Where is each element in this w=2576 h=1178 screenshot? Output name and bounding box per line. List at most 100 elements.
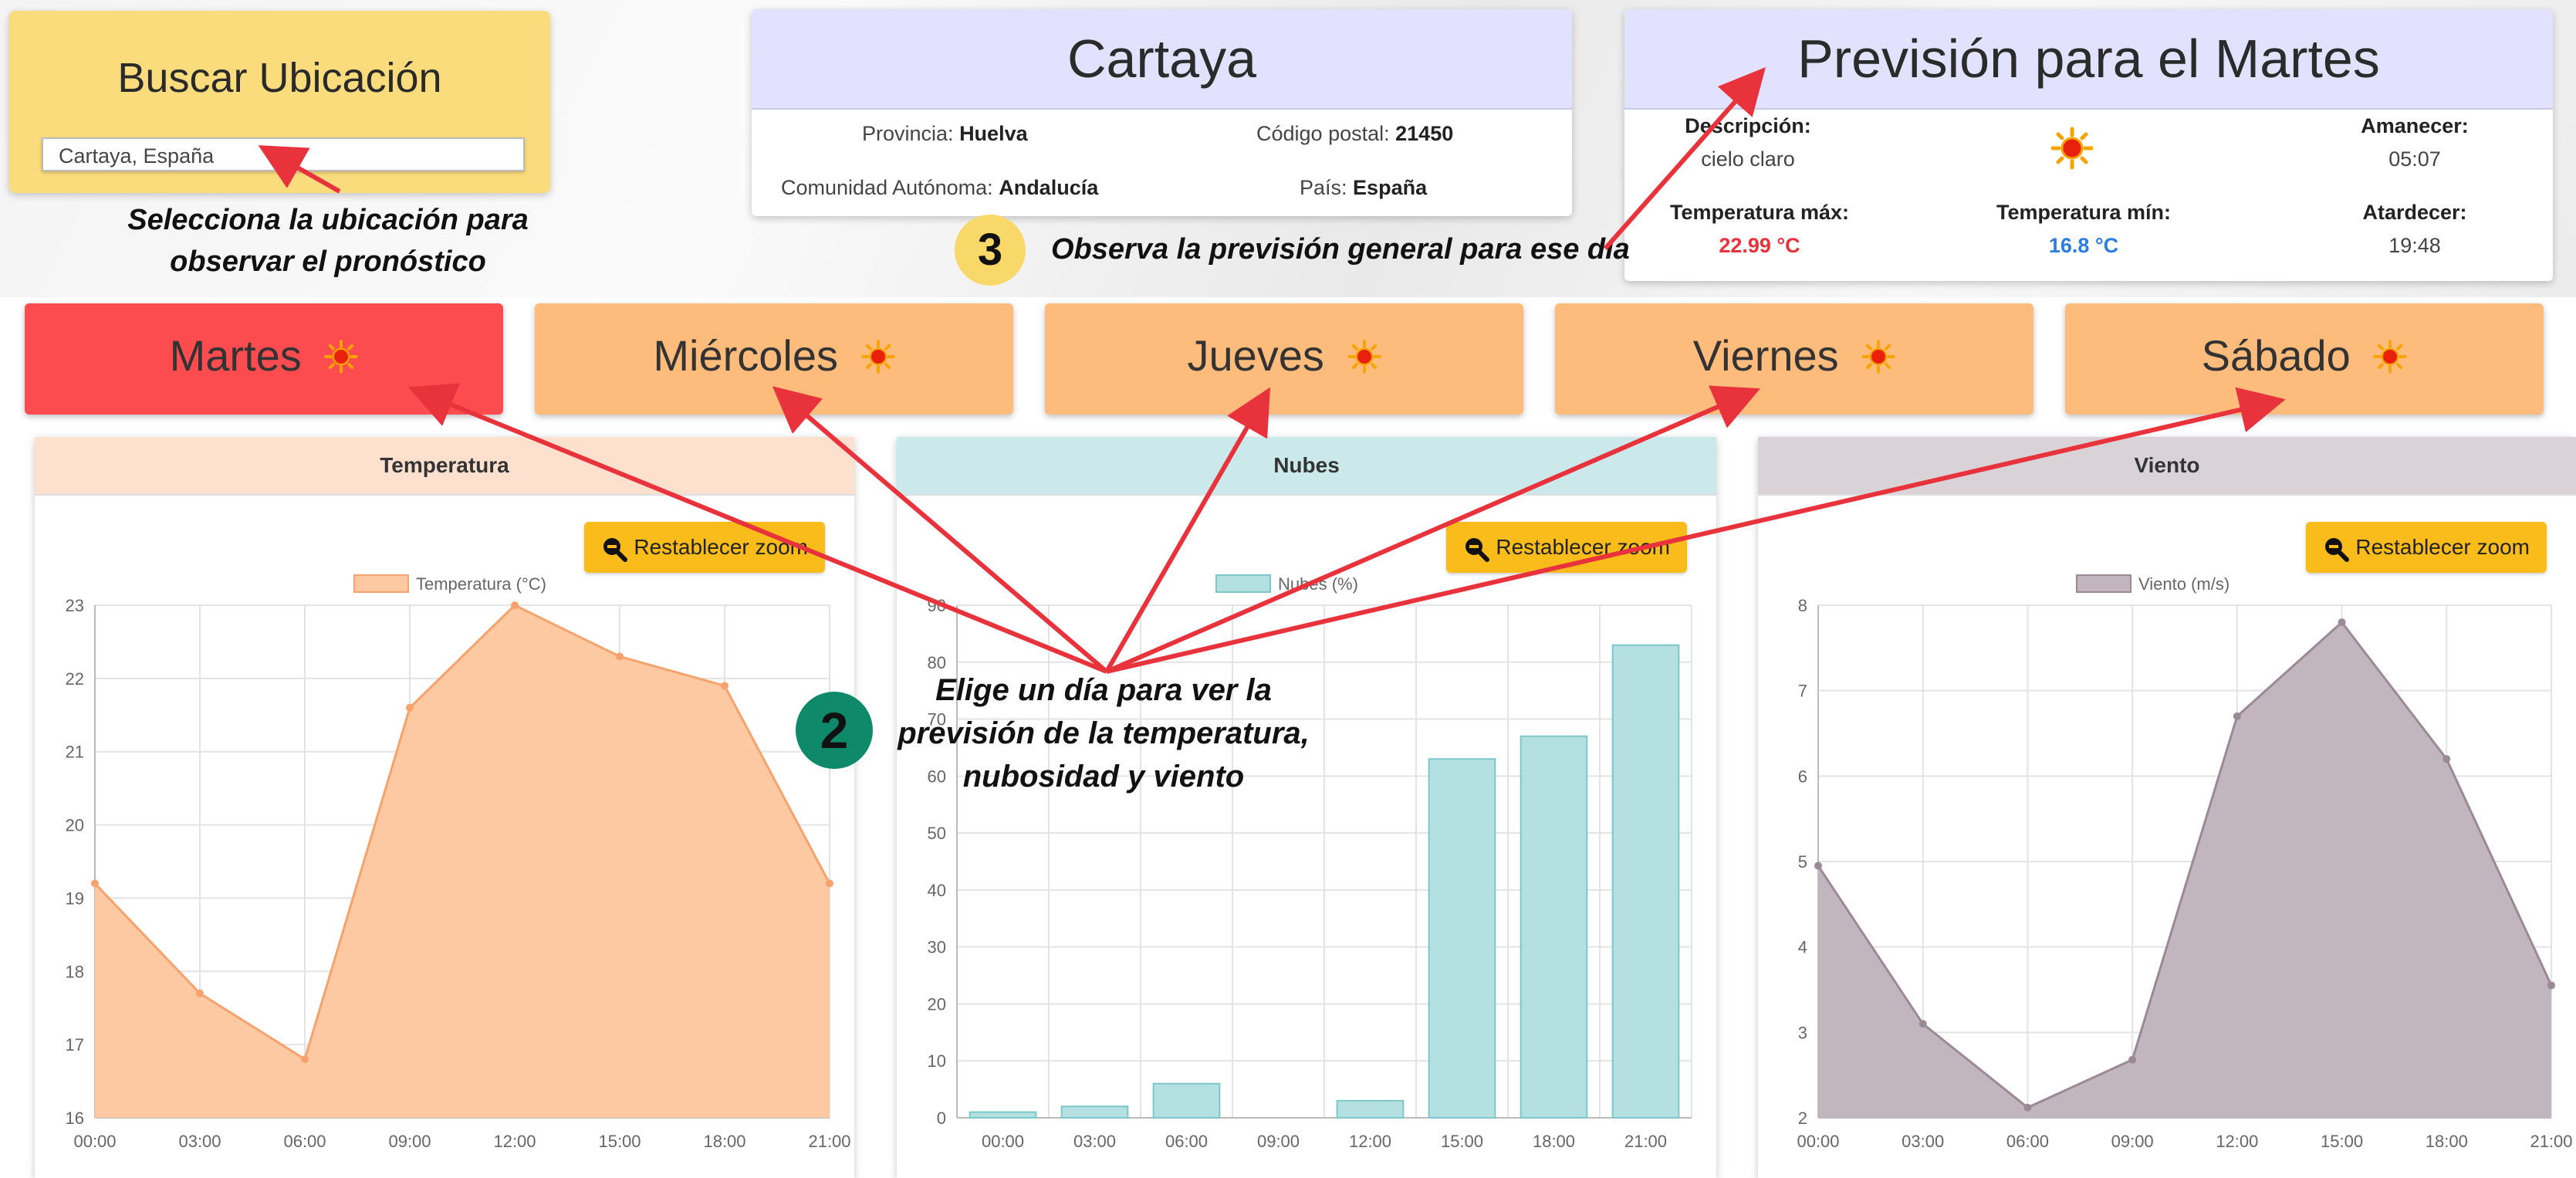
y-tick-label: 6 [1798, 767, 1807, 786]
note-select-location: Selecciona la ubicación para observar el… [77, 199, 579, 283]
tmin-label: Temperatura mín: [1996, 201, 2172, 224]
data-point [721, 682, 729, 690]
y-tick-label: 4 [1798, 938, 1807, 957]
x-tick-label: 03:00 [1073, 1132, 1116, 1151]
y-tick-label: 30 [928, 938, 946, 957]
bar [1336, 1099, 1405, 1119]
x-tick-label: 21:00 [2530, 1132, 2572, 1151]
sunset-label: Atardecer: [2362, 201, 2467, 224]
note-select-location-line1: Selecciona la ubicación para [127, 204, 529, 236]
day-button-viernes[interactable]: Viernes [1555, 303, 2033, 415]
chart-legend: Temperatura (°C) [353, 574, 546, 594]
data-point [196, 989, 204, 997]
legend-swatch [1215, 574, 1271, 593]
day-label: Miércoles [653, 331, 839, 380]
day-label: Jueves [1187, 331, 1324, 380]
y-tick-label: 10 [928, 1051, 946, 1071]
area-fill [95, 605, 830, 1118]
x-tick-label: 15:00 [598, 1132, 641, 1151]
bar [1520, 735, 1588, 1119]
data-point [91, 879, 99, 888]
sun-icon [2050, 127, 2094, 174]
bar [1060, 1105, 1129, 1119]
note-select-location-line2: observar el pronóstico [170, 245, 486, 278]
postal-code-info: Código postal: 21450 [1256, 122, 1453, 146]
clouds-panel: Nubes Restablecer zoom Nubes (%) 0 10 20 30 4… [897, 437, 1716, 1178]
data-point [826, 879, 833, 888]
provincia-info: Provincia: Huelva [862, 122, 1028, 146]
data-point [2023, 1103, 2032, 1112]
data-point [406, 703, 414, 712]
y-tick-label: 22 [66, 669, 84, 689]
legend-label: Nubes (%) [1278, 574, 1358, 594]
note-choose-day: Elige un día para ver la previsión de la… [880, 669, 1327, 798]
x-tick-label: 12:00 [493, 1132, 536, 1151]
tmax-value: 22.99 °C [1719, 234, 1800, 257]
x-tick-label: 15:00 [1441, 1132, 1483, 1151]
x-tick-label: 03:00 [178, 1132, 221, 1151]
day-button-miercoles[interactable]: Miércoles [535, 303, 1013, 415]
x-tick-label: 12:00 [2216, 1132, 2258, 1151]
legend-label: Temperatura (°C) [416, 574, 546, 594]
step-2-badge: 2 [796, 692, 873, 769]
y-tick-label: 8 [1798, 596, 1807, 615]
sun-icon [2373, 306, 2407, 411]
sunrise-value: 05:07 [2388, 147, 2441, 171]
provincia-value: Huelva [959, 122, 1028, 145]
y-tick-label: 3 [1798, 1023, 1807, 1042]
bar [1611, 644, 1680, 1119]
legend-swatch [2076, 574, 2131, 593]
y-tick-label: 16 [66, 1109, 84, 1128]
x-tick-label: 18:00 [1533, 1132, 1575, 1151]
wind-panel: Viento Restablecer zoom Viento (m/s) 2 3 4 5… [1758, 437, 2576, 1178]
tmin-value: 16.8 °C [2048, 234, 2119, 257]
wind-chart: Viento (m/s) 2 3 4 5 6 7 8 00:00 03:00 06:00 09:00 1… [1797, 574, 2573, 1151]
location-card: Cartaya Provincia: Huelva Código postal:… [752, 9, 1572, 216]
x-tick-label: 00:00 [73, 1132, 116, 1151]
country-value: España [1353, 176, 1428, 199]
day-button-martes[interactable]: Martes [25, 303, 503, 415]
x-tick-label: 09:00 [388, 1132, 431, 1151]
sunrise-label: Amanecer: [2361, 114, 2469, 137]
note-choose-day-line3: nubosidad y viento [962, 760, 1245, 794]
day-label: Martes [169, 331, 302, 380]
x-tick-label: 09:00 [1257, 1132, 1300, 1151]
comunidad-label: Comunidad Autónoma: [781, 176, 993, 199]
y-tick-label: 20 [66, 816, 84, 835]
note-choose-day-line2: previsión de la temperatura, [898, 716, 1310, 750]
data-point [1918, 1020, 1927, 1028]
tmax-cell: Temperatura máx: 22.99 °C [1640, 201, 1879, 258]
y-tick-label: 21 [66, 743, 84, 762]
country-info: País: España [1300, 176, 1427, 200]
provincia-label: Provincia: [862, 122, 954, 145]
legend-swatch [353, 574, 409, 593]
note-general-forecast: Observa la previsión general para ese dí… [1051, 233, 1630, 266]
city-title: Cartaya [752, 9, 1572, 110]
tmin-cell: Temperatura mín: 16.8 °C [1964, 201, 2203, 258]
area-fill [1818, 622, 2551, 1118]
x-tick-label: 03:00 [1902, 1132, 1944, 1151]
temperature-chart: Temperatura (°C) 16 17 18 19 20 21 22 23 00:00 03:… [66, 574, 851, 1151]
search-title: Buscar Ubicación [117, 55, 442, 101]
y-tick-label: 40 [928, 881, 946, 900]
search-card: Buscar Ubicación Cartaya, España [9, 11, 550, 193]
day-button-jueves[interactable]: Jueves [1045, 303, 1523, 415]
forecast-card: Previsión para el Martes Descripción: ci… [1624, 9, 2553, 281]
bar [1152, 1082, 1221, 1119]
y-tick-label: 7 [1798, 682, 1807, 701]
x-tick-label: 00:00 [1797, 1132, 1839, 1151]
data-point [2442, 755, 2451, 763]
x-tick-label: 12:00 [1349, 1132, 1391, 1151]
x-tick-label: 21:00 [808, 1132, 850, 1151]
day-button-sabado[interactable]: Sábado [2065, 303, 2544, 415]
tmax-label: Temperatura máx: [1669, 201, 1850, 224]
description-value: cielo claro [1701, 147, 1795, 171]
data-point [2128, 1055, 2137, 1064]
y-tick-label: 17 [66, 1035, 84, 1054]
data-point [2338, 618, 2346, 627]
location-search-input[interactable]: Cartaya, España [42, 137, 525, 171]
data-point [2233, 712, 2241, 720]
y-tick-label: 0 [937, 1109, 946, 1128]
forecast-title: Previsión para el Martes [1624, 9, 2553, 110]
comunidad-info: Comunidad Autónoma: Andalucía [781, 176, 1098, 200]
